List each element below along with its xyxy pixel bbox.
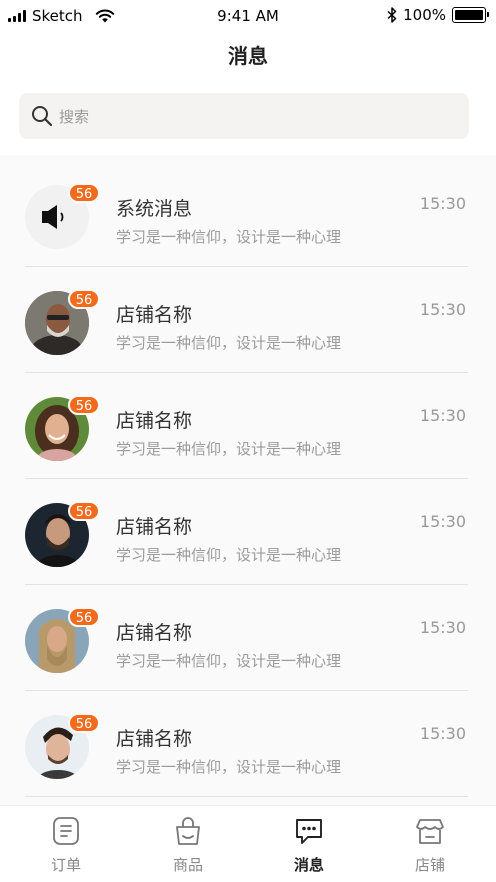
message-preview: 学习是一种信仰，设计是一种心理 (116, 652, 342, 670)
message-preview: 学习是一种信仰，设计是一种心理 (116, 546, 342, 564)
search-input[interactable]: 搜索 (19, 93, 469, 139)
avatar-container: 56 (25, 501, 100, 567)
message-preview: 学习是一种信仰，设计是一种心理 (116, 440, 342, 458)
message-title: 店铺名称 (116, 728, 193, 750)
tab-bar: 订单 商品 消息 店铺 (0, 805, 496, 882)
shop-icon (416, 819, 444, 844)
message-item-system[interactable]: 56 系统消息 学习是一种信仰，设计是一种心理 15:30 (0, 161, 496, 267)
message-title: 店铺名称 (116, 516, 193, 538)
tab-label: 订单 (50, 856, 81, 874)
message-time: 15:30 (419, 618, 466, 637)
unread-badge: 56 (68, 607, 100, 627)
unread-badge: 56 (68, 183, 100, 203)
message-time: 15:30 (419, 512, 466, 531)
message-preview: 学习是一种信仰，设计是一种心理 (116, 334, 342, 352)
tab-shop[interactable]: 店铺 (368, 806, 492, 882)
message-item[interactable]: 56 店铺名称 学习是一种信仰，设计是一种心理 15:30 (0, 691, 496, 797)
message-time: 15:30 (419, 724, 466, 743)
message-title: 店铺名称 (116, 304, 193, 326)
tab-orders[interactable]: 订单 (4, 806, 128, 882)
message-item[interactable]: 56 店铺名称 学习是一种信仰，设计是一种心理 15:30 (0, 585, 496, 691)
message-title: 系统消息 (116, 198, 193, 220)
tab-label: 商品 (172, 856, 203, 874)
search-icon (32, 106, 53, 127)
unread-badge: 56 (68, 395, 100, 415)
battery-percent: 100% (403, 6, 446, 24)
unread-badge: 56 (68, 289, 100, 309)
message-item[interactable]: 56 店铺名称 学习是一种信仰，设计是一种心理 15:30 (0, 479, 496, 585)
search-placeholder: 搜索 (59, 107, 90, 126)
tab-label: 消息 (293, 856, 324, 874)
message-list[interactable]: 56 系统消息 学习是一种信仰，设计是一种心理 15:30 56 店铺名称 学习… (0, 155, 496, 805)
battery-icon (452, 7, 489, 23)
avatar-container: 56 (25, 607, 100, 673)
avatar-container: 56 (25, 395, 100, 461)
page-title: 消息 (228, 44, 268, 68)
message-item[interactable]: 56 店铺名称 学习是一种信仰，设计是一种心理 15:30 (0, 373, 496, 479)
message-preview: 学习是一种信仰，设计是一种心理 (116, 758, 342, 776)
tab-label: 店铺 (414, 856, 445, 874)
divider (25, 796, 468, 797)
message-item[interactable]: 56 店铺名称 学习是一种信仰，设计是一种心理 15:30 (0, 267, 496, 373)
status-right: 100% (387, 6, 489, 24)
order-icon (53, 817, 79, 845)
message-time: 15:30 (419, 406, 466, 425)
avatar-container: 56 (25, 183, 100, 249)
avatar-container: 56 (25, 713, 100, 779)
bluetooth-icon (387, 7, 397, 23)
unread-badge: 56 (68, 713, 100, 733)
message-title: 店铺名称 (116, 410, 193, 432)
tab-products[interactable]: 商品 (126, 806, 250, 882)
tab-messages[interactable]: 消息 (247, 806, 371, 882)
status-bar: Sketch 9:41 AM 100% (0, 0, 496, 34)
chat-icon (296, 819, 322, 844)
message-time: 15:30 (419, 194, 466, 213)
message-time: 15:30 (419, 300, 466, 319)
avatar-container: 56 (25, 289, 100, 355)
unread-badge: 56 (68, 501, 100, 521)
bag-icon (176, 817, 200, 845)
message-title: 店铺名称 (116, 622, 193, 644)
message-preview: 学习是一种信仰，设计是一种心理 (116, 228, 342, 246)
